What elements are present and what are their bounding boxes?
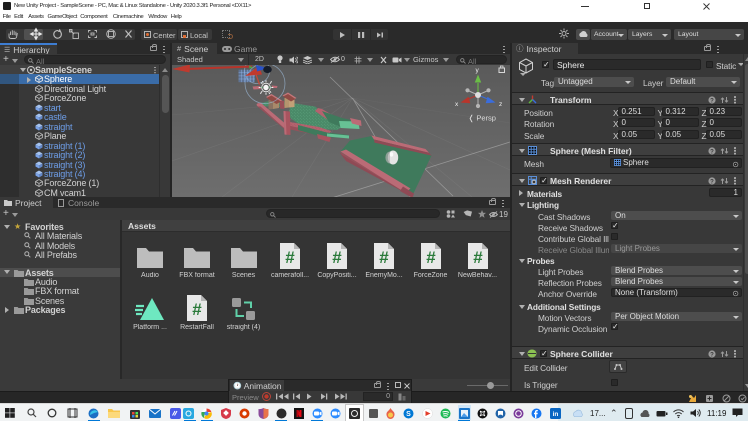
svg-text:?: ? <box>710 149 714 155</box>
svg-text:❬ Persp: ❬ Persp <box>468 114 496 123</box>
svg-text:#: # <box>285 248 295 267</box>
svg-text:?: ? <box>710 352 714 358</box>
svg-text:in: in <box>553 411 559 418</box>
svg-text:#: # <box>379 248 389 267</box>
svg-text:z: z <box>499 101 502 108</box>
svg-text:#: # <box>192 300 202 319</box>
svg-text:#: # <box>473 248 483 267</box>
svg-text:#: # <box>426 248 436 267</box>
svg-text:S: S <box>406 411 411 418</box>
svg-text:?: ? <box>710 98 714 104</box>
svg-text:?: ? <box>710 179 714 185</box>
svg-text:#: # <box>332 248 342 267</box>
